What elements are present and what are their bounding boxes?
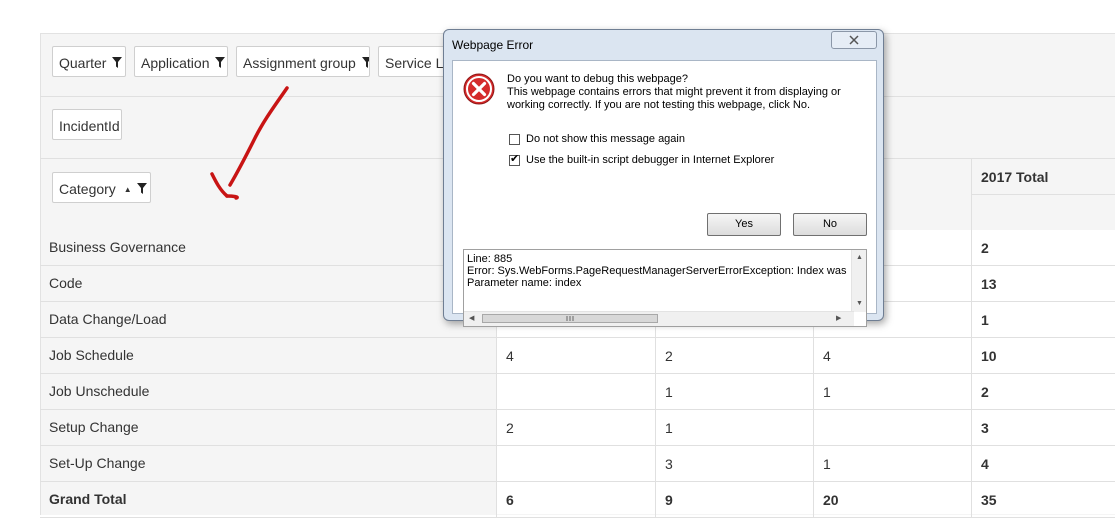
table-cell — [813, 410, 971, 446]
sort-asc-icon[interactable]: ▲ — [124, 174, 132, 202]
no-button[interactable]: No — [793, 213, 867, 236]
table-cell: 3 — [971, 410, 1115, 446]
checkbox-label: Do not show this message again — [526, 133, 685, 145]
table-cell: 2 — [496, 410, 655, 446]
checkbox-use-debugger[interactable]: ✔ Use the built-in script debugger in Int… — [509, 152, 775, 166]
funnel-icon[interactable] — [361, 56, 370, 68]
filter-chip-category[interactable]: Category ▲ — [52, 172, 151, 203]
grip-icon — [566, 316, 574, 321]
row-label: Grand Total — [49, 491, 127, 507]
error-detail-line: Error: Sys.WebForms.PageRequestManagerSe… — [467, 265, 847, 277]
row-label: Job Unschedule — [49, 383, 150, 399]
table-cell: 4 — [496, 338, 655, 374]
vertical-scrollbar[interactable]: ▲ ▼ — [851, 250, 866, 312]
checkbox[interactable]: ✔ — [509, 152, 520, 166]
row-label: Job Schedule — [49, 347, 134, 363]
table-cell: 13 — [971, 266, 1115, 302]
table-cell: 2 — [655, 338, 813, 374]
table-cell: 9 — [655, 482, 813, 518]
table-cell: 10 — [971, 338, 1115, 374]
table-cell: 3 — [655, 446, 813, 482]
column-header-label: 2017 Total — [981, 169, 1049, 185]
table-cell: 4 — [971, 446, 1115, 482]
filter-chip-application[interactable]: Application — [134, 46, 228, 77]
funnel-icon[interactable] — [112, 56, 123, 68]
error-icon — [463, 73, 495, 105]
yes-button[interactable]: Yes — [707, 213, 781, 236]
checkbox-do-not-show[interactable]: Do not show this message again — [509, 133, 685, 145]
row-label: Code — [49, 275, 83, 291]
table-cell: 1 — [655, 374, 813, 410]
close-icon — [849, 35, 859, 45]
chip-label: Application — [141, 54, 210, 71]
column-header-2017-total: 2017 Total — [971, 159, 1115, 230]
chip-label: IncidentId — [59, 117, 120, 134]
filter-chip-incidentid[interactable]: IncidentId — [52, 109, 122, 140]
divider — [972, 194, 1115, 195]
dialog-body: Do you want to debug this webpage? This … — [452, 60, 877, 327]
table-cell: 20 — [813, 482, 971, 518]
chip-label: Quarter — [59, 54, 107, 71]
dialog-message: working correctly. If you are not testin… — [507, 99, 811, 111]
table-cell: 1 — [971, 302, 1115, 338]
funnel-icon[interactable] — [215, 56, 226, 68]
checkbox-label: Use the built-in script debugger in Inte… — [526, 154, 775, 166]
table-cell — [496, 374, 655, 410]
close-button[interactable] — [831, 31, 877, 49]
horizontal-scrollbar[interactable]: ◀ ▶ — [464, 311, 854, 326]
scroll-down-icon[interactable]: ▼ — [856, 300, 863, 308]
checkmark-icon: ✔ — [510, 152, 520, 165]
chip-label: Assignment group — [243, 54, 356, 71]
table-cell: 6 — [496, 482, 655, 518]
filter-chip-quarter[interactable]: Quarter — [52, 46, 126, 77]
red-arrow-annotation — [210, 86, 289, 200]
error-detail-line: Parameter name: index — [467, 277, 582, 289]
scroll-up-icon[interactable]: ▲ — [856, 254, 863, 262]
row-label: Setup Change — [49, 419, 139, 435]
scroll-right-icon[interactable]: ▶ — [836, 315, 841, 323]
dialog-title: Webpage Error — [452, 38, 534, 52]
table-cell: 1 — [655, 410, 813, 446]
table-cell: 1 — [813, 446, 971, 482]
dialog-message: This webpage contains errors that might … — [507, 86, 841, 98]
checkbox[interactable] — [509, 133, 520, 145]
webpage-error-dialog: Webpage Error Do you want to debug this … — [443, 29, 884, 327]
row-label: Business Governance — [49, 239, 186, 255]
table-cell — [496, 446, 655, 482]
chip-label: Category — [59, 180, 116, 197]
row-label: Set-Up Change — [49, 455, 146, 471]
scroll-left-icon[interactable]: ◀ — [469, 315, 474, 323]
error-details-textbox[interactable]: Line: 885 Error: Sys.WebForms.PageReques… — [463, 249, 867, 327]
funnel-icon[interactable] — [136, 182, 147, 194]
chip-label: Service Le — [385, 54, 452, 71]
table-cell: 1 — [813, 374, 971, 410]
table-cell: 35 — [971, 482, 1115, 518]
filter-chip-assignment-group[interactable]: Assignment group — [236, 46, 370, 77]
row-label: Data Change/Load — [49, 311, 167, 327]
table-cell: 4 — [813, 338, 971, 374]
table-cell: 2 — [971, 374, 1115, 410]
scrollbar-thumb[interactable] — [482, 314, 658, 323]
dialog-question: Do you want to debug this webpage? — [507, 73, 689, 85]
table-cell: 2 — [971, 230, 1115, 266]
error-detail-line: Line: 885 — [467, 253, 513, 265]
